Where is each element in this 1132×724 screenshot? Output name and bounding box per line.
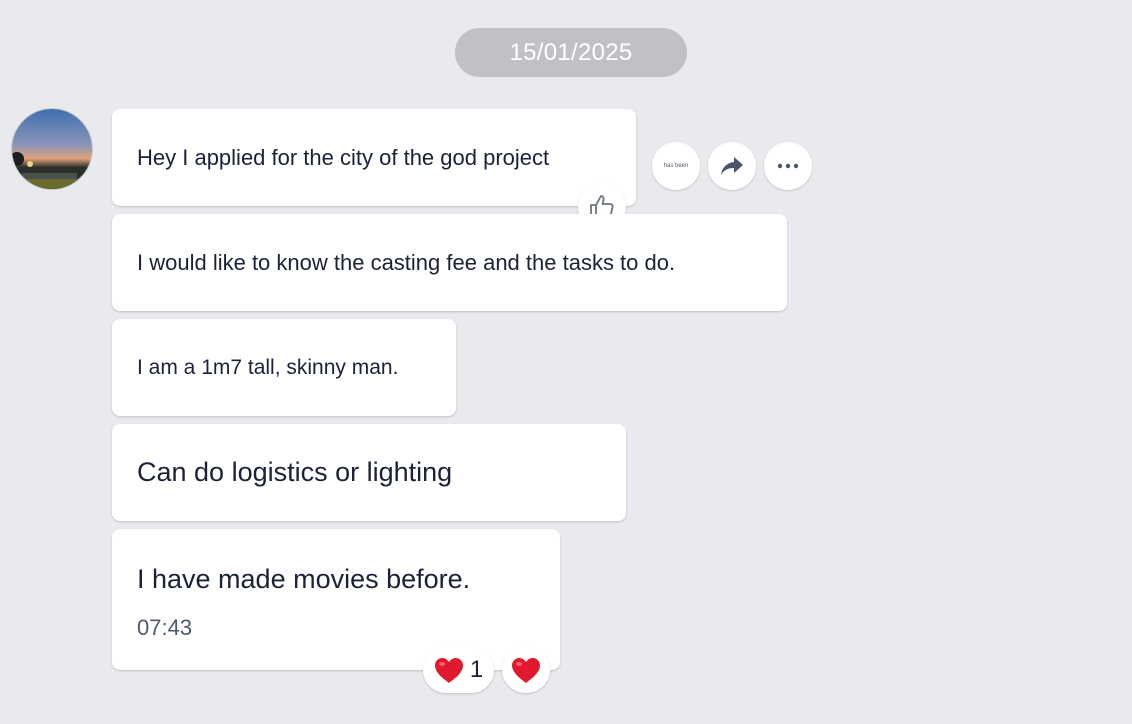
forward-arrow-icon bbox=[721, 157, 743, 175]
date-separator: 15/01/2025 bbox=[455, 28, 687, 77]
react-button-label: has been bbox=[663, 163, 689, 169]
heart-icon bbox=[512, 657, 540, 683]
avatar[interactable] bbox=[12, 109, 92, 189]
forward-button[interactable] bbox=[708, 142, 756, 190]
message-text: I have made movies before. bbox=[137, 564, 471, 594]
message-timestamp: 07:43 bbox=[137, 615, 193, 640]
more-dots-icon bbox=[777, 163, 799, 169]
message-bubble[interactable]: I have made movies before. 07:43 bbox=[112, 529, 560, 670]
reaction-count: 1 bbox=[469, 656, 484, 683]
heart-reaction-count[interactable]: 1 bbox=[423, 647, 494, 693]
message-text: Can do logistics or lighting bbox=[137, 457, 453, 487]
more-options-button[interactable] bbox=[764, 142, 812, 190]
react-button[interactable]: has been bbox=[652, 142, 700, 190]
message-bubble[interactable]: I would like to know the casting fee and… bbox=[112, 214, 787, 311]
heart-icon bbox=[434, 657, 463, 683]
message-text: Hey I applied for the city of the god pr… bbox=[137, 144, 550, 170]
message-text: I am a 1m7 tall, skinny man. bbox=[137, 355, 399, 379]
message-bubble[interactable]: Hey I applied for the city of the god pr… bbox=[112, 109, 636, 206]
message-bubble[interactable]: Can do logistics or lighting bbox=[112, 424, 626, 521]
message-text: I would like to know the casting fee and… bbox=[137, 249, 676, 275]
add-heart-reaction-button[interactable] bbox=[502, 647, 550, 693]
message-bubble[interactable]: I am a 1m7 tall, skinny man. bbox=[112, 319, 456, 416]
